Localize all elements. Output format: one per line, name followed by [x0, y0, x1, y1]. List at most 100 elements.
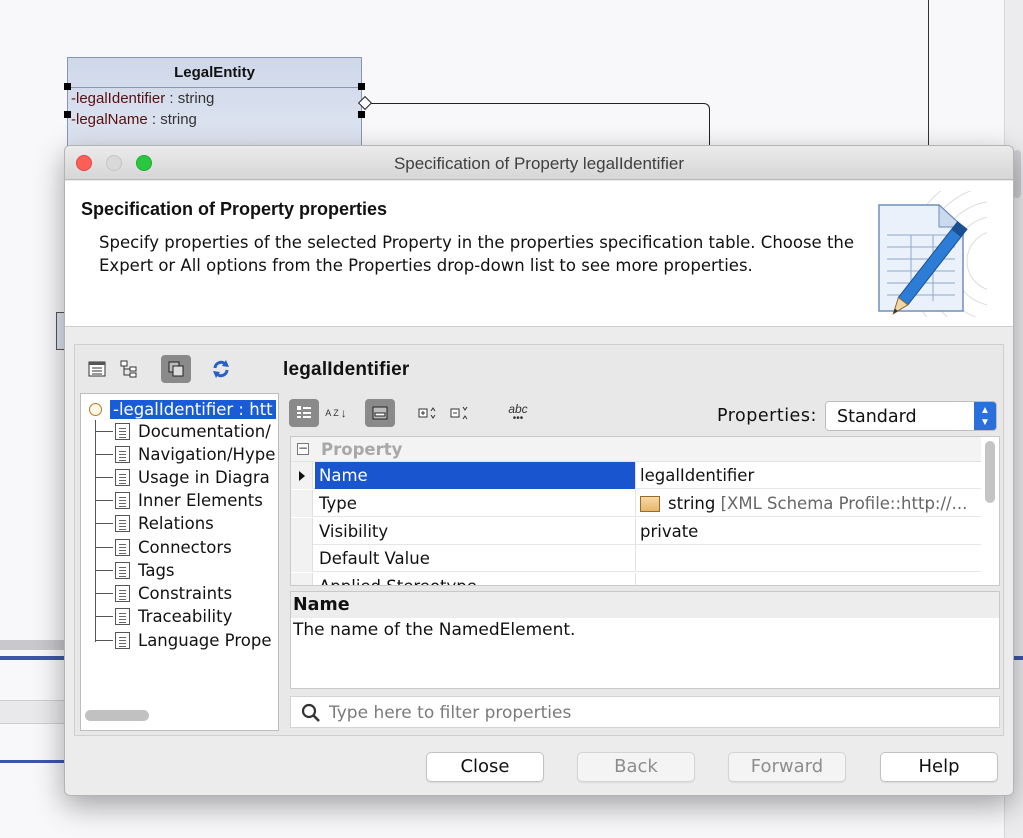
property-name-cell[interactable]: Type: [315, 490, 636, 517]
class-name: LegalEntity: [68, 58, 361, 88]
tree-item-traceability[interactable]: Traceability: [95, 605, 232, 627]
sort-alphabetically-icon[interactable]: A Z ↓: [321, 399, 351, 427]
tree-item-navigation[interactable]: Navigation/Hype: [95, 443, 275, 465]
tree-horizontal-scrollbar[interactable]: [85, 710, 149, 721]
expand-all-icon[interactable]: [413, 399, 443, 427]
properties-dropdown-value: Standard: [837, 407, 917, 427]
selection-handle[interactable]: [358, 83, 365, 90]
attribute-type: : string: [147, 111, 197, 128]
attribute-type: : string: [165, 90, 215, 107]
description-text: The name of the NamedElement.: [293, 620, 576, 640]
filter-box[interactable]: [290, 696, 1000, 728]
close-button[interactable]: Close: [426, 752, 544, 782]
class-shape[interactable]: LegalEntity -legalIdentifier : string -l…: [67, 57, 362, 152]
diagram-band: [0, 760, 64, 763]
properties-dropdown[interactable]: Standard ▲ ▼: [825, 401, 997, 431]
property-value-cell[interactable]: string [XML Schema Profile::http://...: [638, 490, 981, 517]
properties-toolbar: A Z ↓ abc ••• Properties: Standard ▲ ▼: [287, 393, 1001, 433]
page-icon: [115, 607, 130, 625]
properties-grid[interactable]: − Property Name legalIdentifier Type str…: [290, 436, 1000, 586]
property-value-cell[interactable]: [638, 573, 981, 585]
description-title: Name: [291, 592, 999, 618]
chevron-updown-icon: ▲ ▼: [974, 402, 996, 430]
page-icon: [115, 422, 130, 440]
datatype-icon: [640, 496, 660, 512]
page-icon: [115, 631, 130, 649]
property-icon: [89, 402, 102, 416]
tree-item-connectors[interactable]: Connectors: [95, 536, 232, 558]
tree-item-label: Inner Elements: [138, 490, 263, 510]
property-row-visibility[interactable]: Visibility private: [291, 518, 981, 545]
property-name-cell[interactable]: Name: [315, 462, 636, 489]
diagram-band: [0, 656, 64, 660]
page-icon: [115, 445, 130, 463]
property-value-cell[interactable]: [638, 545, 981, 572]
class-attribute[interactable]: -legalIdentifier : string: [68, 88, 361, 109]
group-name: Property: [321, 440, 403, 459]
tree-root-item[interactable]: -legalIdentifier : htt: [89, 398, 276, 420]
sort-label: A Z: [325, 407, 339, 418]
property-group-row[interactable]: − Property: [291, 437, 981, 462]
attribute-name: -legalIdentifier: [71, 90, 166, 107]
property-name-cell[interactable]: Default Value: [315, 545, 636, 572]
tree-item-label: Usage in Diagra: [138, 467, 270, 487]
spell-check-icon[interactable]: abc •••: [503, 399, 533, 427]
tree-item-label: Traceability: [138, 606, 233, 626]
forward-button[interactable]: Forward: [728, 752, 846, 782]
property-row-default-value[interactable]: Default Value: [291, 545, 981, 572]
selection-handle[interactable]: [358, 111, 365, 118]
collapse-group-icon[interactable]: −: [297, 442, 309, 455]
tree-view-icon[interactable]: [117, 357, 141, 381]
selection-handle[interactable]: [64, 83, 71, 90]
scroll-thumb[interactable]: [1013, 150, 1021, 198]
table-view-icon[interactable]: [85, 357, 109, 381]
diagram-band: [0, 640, 64, 650]
back-button[interactable]: Back: [577, 752, 695, 782]
element-title: legalIdentifier: [283, 359, 410, 380]
selection-handle[interactable]: [64, 111, 71, 118]
class-attribute[interactable]: -legalName : string: [68, 109, 361, 130]
tree-item-inner-elements[interactable]: Inner Elements: [95, 489, 263, 511]
grid-vertical-scrollbar[interactable]: [985, 441, 995, 503]
property-name-cell[interactable]: Visibility: [315, 518, 636, 545]
page-icon: [115, 538, 130, 556]
tree-root-label: -legalIdentifier : htt: [110, 399, 276, 419]
tree-item-tags[interactable]: Tags: [95, 559, 175, 581]
page-icon: [115, 491, 130, 509]
property-name-cell[interactable]: Applied Stereotype: [315, 573, 636, 585]
property-row-applied-stereotype[interactable]: Applied Stereotype: [291, 573, 981, 585]
specification-panel: legalIdentifier -legalIdentifier : htt D…: [74, 344, 1004, 736]
tree-item-constraints[interactable]: Constraints: [95, 582, 232, 604]
attribute-name: -legalName: [71, 111, 148, 128]
window-title: Specification of Property legalIdentifie…: [393, 154, 685, 173]
document-pencil-icon: [878, 191, 987, 317]
page-icon: [115, 514, 130, 532]
title-bar[interactable]: Specification of Property legalIdentifie…: [65, 146, 1013, 180]
diagram-band: [0, 700, 64, 724]
refresh-icon[interactable]: [209, 357, 233, 381]
page-icon: [115, 561, 130, 579]
tree-item-label: Language Prope: [138, 630, 272, 650]
property-description: Name The name of the NamedElement.: [290, 591, 1000, 689]
type-value: string: [668, 494, 716, 513]
diagram-line: [928, 0, 929, 148]
tree-item-language-properties[interactable]: Language Prope: [95, 629, 271, 651]
filter-input[interactable]: [329, 701, 989, 725]
tree-item-label: Navigation/Hype: [138, 444, 276, 464]
collapse-all-icon[interactable]: [445, 399, 475, 427]
copy-view-icon[interactable]: [161, 355, 191, 383]
description-toggle-icon[interactable]: [365, 399, 395, 427]
property-row-type[interactable]: Type string [XML Schema Profile::http://…: [291, 490, 981, 517]
property-row-name[interactable]: Name legalIdentifier: [291, 462, 981, 489]
property-value-cell[interactable]: legalIdentifier: [638, 462, 981, 489]
tree-item-usage[interactable]: Usage in Diagra: [95, 466, 270, 488]
navigation-tree[interactable]: -legalIdentifier : htt Documentation/ Na…: [80, 393, 279, 731]
help-button[interactable]: Help: [880, 752, 998, 782]
properties-area: A Z ↓ abc ••• Properties: Standard ▲ ▼ −…: [287, 393, 1001, 733]
type-qualified-name: [XML Schema Profile::http://...: [720, 494, 968, 513]
tree-item-documentation[interactable]: Documentation/: [95, 420, 271, 442]
specification-dialog: Specification of Property legalIdentifie…: [64, 145, 1014, 796]
categorized-view-icon[interactable]: [289, 399, 319, 427]
property-value-cell[interactable]: private: [638, 518, 981, 545]
tree-item-relations[interactable]: Relations: [95, 512, 214, 534]
